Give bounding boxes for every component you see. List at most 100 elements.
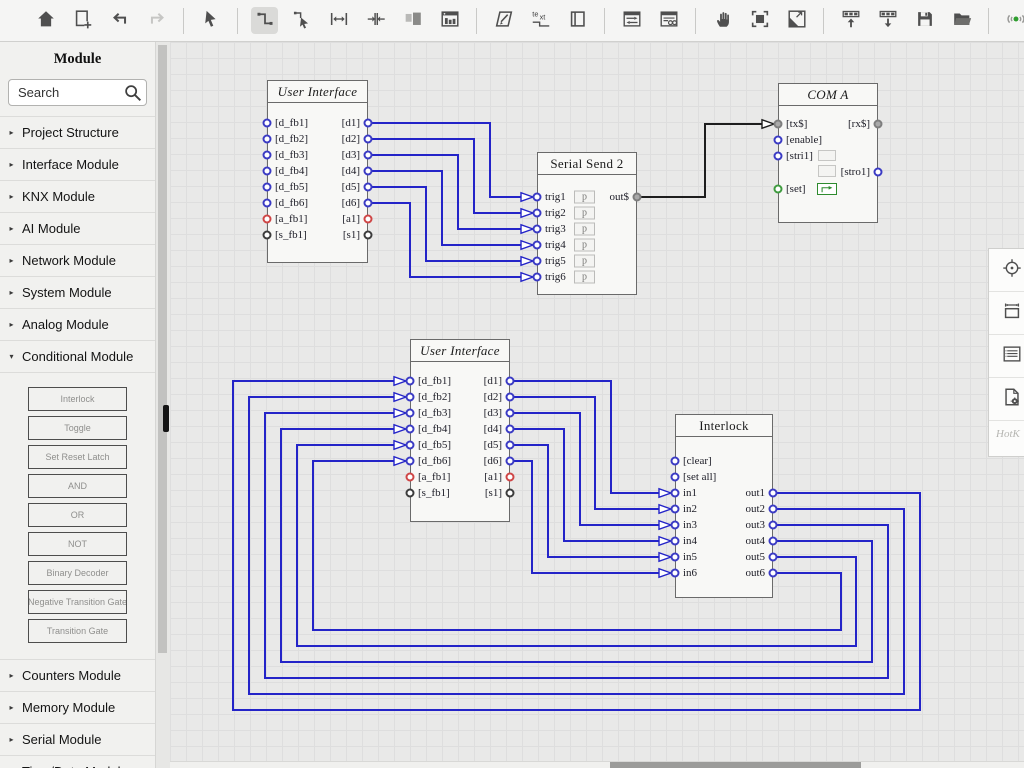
port-a1[interactable] [506,473,515,482]
port-set-all[interactable] [671,473,680,482]
palette-item-toggle[interactable]: Toggle [28,416,127,440]
param-field[interactable]: p [574,207,595,220]
wire[interactable] [249,397,904,694]
rows-transfer-button[interactable] [618,7,645,34]
sidebar-item-serial-module[interactable]: ▸Serial Module [0,723,155,755]
port-in2[interactable] [671,505,680,514]
doc-gear-button[interactable] [989,378,1024,421]
set-loop-icon[interactable] [817,183,837,195]
canvas-hscrollbar-thumb[interactable] [610,762,861,768]
wire[interactable] [281,429,872,662]
palette-item-or[interactable]: OR [28,503,127,527]
port-d2[interactable] [364,135,373,144]
port-d3[interactable] [364,151,373,160]
wire-tool-button[interactable] [251,7,278,34]
port-d-fb4[interactable] [406,425,415,434]
port-out[interactable] [633,193,642,202]
wire[interactable] [368,203,522,277]
port-s1[interactable] [364,231,373,240]
port-d-fb5[interactable] [263,183,272,192]
port-d1[interactable] [506,377,515,386]
sidebar-item-analog-module[interactable]: ▸Analog Module [0,308,155,340]
search-icon[interactable] [122,82,142,102]
port-trig5[interactable] [533,257,542,266]
sidebar-item-project-structure[interactable]: ▸Project Structure [0,116,155,148]
port-d3[interactable] [506,409,515,418]
port-in6[interactable] [671,569,680,578]
wire[interactable] [368,139,522,213]
port-d-fb2[interactable] [263,135,272,144]
sidebar-item-conditional-module[interactable]: ▾Conditional Module [0,340,155,372]
port-out1[interactable] [769,489,778,498]
port-out3[interactable] [769,521,778,530]
text-tool-button[interactable]: text [527,7,554,34]
param-field[interactable]: p [574,223,595,236]
port-stro1[interactable] [874,168,883,177]
port-trig3[interactable] [533,225,542,234]
param-field[interactable]: p [574,239,595,252]
port-d5[interactable] [506,441,515,450]
wire[interactable] [265,413,888,678]
palette-item-not[interactable]: NOT [28,532,127,556]
palette-item-set-reset-latch[interactable]: Set Reset Latch [28,445,127,469]
port-d-fb3[interactable] [406,409,415,418]
port-a-fb1[interactable] [406,473,415,482]
port-in1[interactable] [671,489,680,498]
undo-button[interactable] [106,7,133,34]
sidebar-item-time-date-module[interactable]: ▸Time/Date Module [0,755,155,768]
port-out2[interactable] [769,505,778,514]
port-d-fb6[interactable] [263,199,272,208]
palette-item-and[interactable]: AND [28,474,127,498]
palette-item-negative-transition-gate[interactable]: Negative Transition Gate [28,590,127,614]
port-enable[interactable] [774,136,783,145]
save-button[interactable] [911,7,938,34]
port-tx[interactable] [774,120,783,129]
port-in3[interactable] [671,521,680,530]
port-d-fb1[interactable] [406,377,415,386]
port-trig4[interactable] [533,241,542,250]
port-d-fb1[interactable] [263,119,272,128]
port-out5[interactable] [769,553,778,562]
edit-button[interactable] [490,7,517,34]
panels-button[interactable] [399,7,426,34]
port-d-fb5[interactable] [406,441,415,450]
port-d2[interactable] [506,393,515,402]
port-d5[interactable] [364,183,373,192]
param-field[interactable]: p [574,271,595,284]
port-trig2[interactable] [533,209,542,218]
sidebar-scrollbar-thumb[interactable] [158,45,167,653]
sidebar-item-interface-module[interactable]: ▸Interface Module [0,148,155,180]
port-out4[interactable] [769,537,778,546]
sidebar-item-counters-module[interactable]: ▸Counters Module [0,659,155,691]
pan-hand-button[interactable] [709,7,736,34]
focus-selection-button[interactable] [746,7,773,34]
port-d-fb2[interactable] [406,393,415,402]
expand-width-button[interactable] [325,7,352,34]
sidebar-item-memory-module[interactable]: ▸Memory Module [0,691,155,723]
port-d6[interactable] [506,457,515,466]
port-d-fb4[interactable] [263,167,272,176]
wire[interactable] [368,171,522,245]
port-out6[interactable] [769,569,778,578]
palette-item-transition-gate[interactable]: Transition Gate [28,619,127,643]
value-box[interactable] [818,150,836,161]
wire-select-button[interactable] [288,7,315,34]
collapse-width-button[interactable] [362,7,389,34]
sidebar-item-ai-module[interactable]: ▸AI Module [0,212,155,244]
port-clear[interactable] [671,457,680,466]
port-a1[interactable] [364,215,373,224]
sidebar-resize-handle[interactable] [163,405,169,432]
port-d6[interactable] [364,199,373,208]
port-stri1[interactable] [774,152,783,161]
wire[interactable] [368,187,522,261]
port-in4[interactable] [671,537,680,546]
wire[interactable] [637,124,763,197]
port-rx[interactable] [874,120,883,129]
port-in5[interactable] [671,553,680,562]
new-page-button[interactable] [69,7,96,34]
frame-width-button[interactable] [989,292,1024,335]
redo-button[interactable] [143,7,170,34]
port-s-fb1[interactable] [263,231,272,240]
rows-search-button[interactable] [655,7,682,34]
wire[interactable] [368,123,522,197]
